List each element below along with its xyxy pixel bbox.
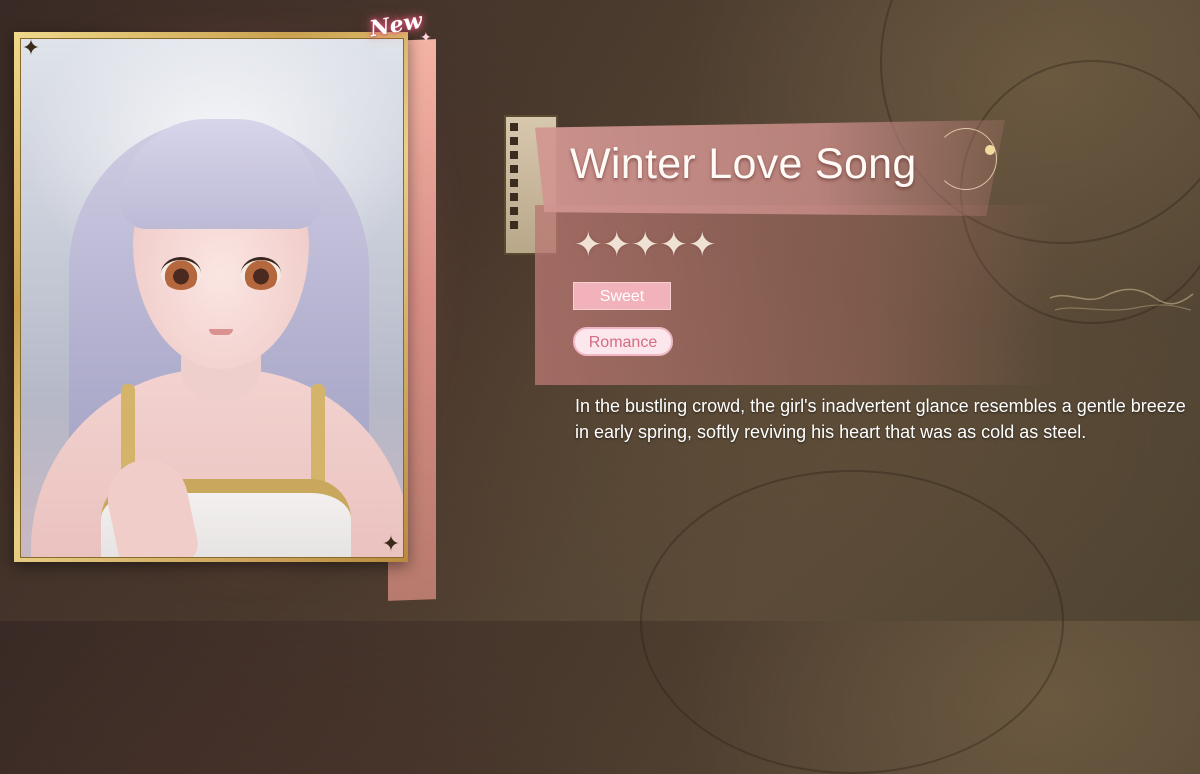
dress-strap [311, 384, 325, 494]
tape-holes [510, 123, 520, 235]
tag-sweet: Sweet [573, 282, 671, 310]
star-icon: ✦ [574, 225, 603, 265]
star-icon: ✦ [631, 225, 660, 265]
star-icon: ✦ [659, 225, 689, 265]
outfit-description: In the bustling crowd, the girl's inadve… [575, 396, 1186, 442]
rarity-stars: ✦ ✦ ✦ ✦ ✦ [574, 226, 717, 264]
tag-romance: Romance [573, 327, 673, 356]
corner-ornament-icon: ✦ [381, 532, 401, 557]
outfit-title: Winter Love Song [570, 140, 917, 188]
outfit-card[interactable]: ✦ ✦ [14, 32, 408, 562]
title-ring-decoration [935, 128, 997, 190]
character-mouth [209, 329, 233, 335]
decorative-squiggle [1049, 288, 1194, 311]
title-dot-decoration [985, 145, 995, 155]
character-eye [241, 257, 281, 290]
outfit-reveal-screen: ✦ ✦ New ✦ Winter Love Song ✦ ✦ ✦ ✦ ✦ Sweet R… [0, 0, 1200, 774]
corner-ornament-icon: ✦ [21, 36, 41, 61]
character-eye [161, 257, 201, 290]
background-swirl [640, 470, 1064, 774]
star-icon: ✦ [602, 225, 632, 265]
sparkle-icon: ✦ [420, 30, 432, 46]
outfit-card-image [20, 38, 404, 558]
star-icon: ✦ [688, 225, 717, 265]
